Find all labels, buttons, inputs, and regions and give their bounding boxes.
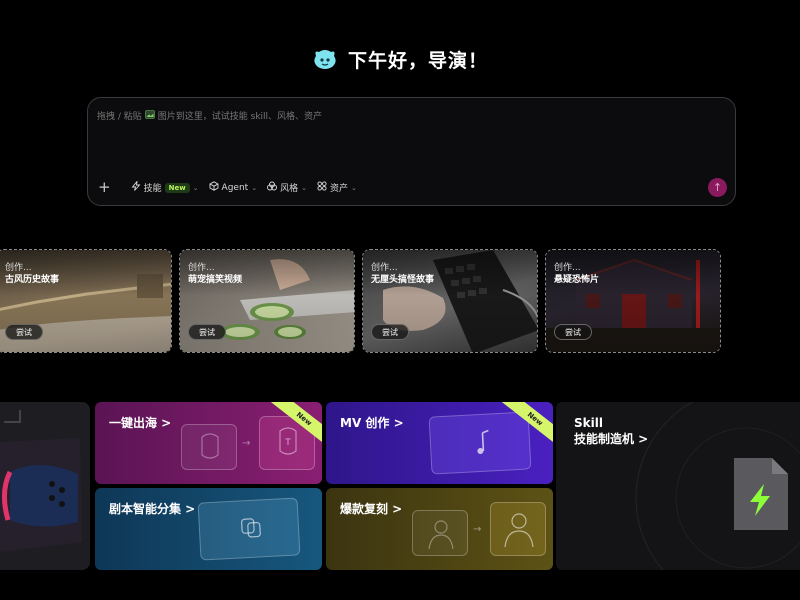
skill-maker-panel[interactable]: Skill 技能制造机 > [556, 402, 800, 570]
mv-title: MV 创作 > [340, 416, 404, 430]
style-dropdown[interactable]: 风格 ⌄ [267, 181, 307, 194]
card-cute-pet[interactable]: 创作... 萌宠搞笑视频 尝试 [179, 249, 355, 353]
try-button[interactable]: 尝试 [5, 324, 43, 340]
viral-copy-title: 爆款复刻 > [340, 502, 403, 516]
new-badge: New [164, 182, 190, 193]
card-title: 古风历史故事 [5, 275, 60, 285]
feature-tile-partial[interactable] [0, 402, 90, 570]
placeholder-suffix: 图片到这里，试试技能 skill、风格、资产 [157, 112, 323, 122]
skill-label: 技能 [143, 184, 162, 194]
style-icon [267, 181, 278, 194]
placeholder-prefix: 拖拽 / 粘贴 [97, 112, 142, 122]
card-title: 萌宠搞笑视频 [188, 275, 243, 285]
script-split-title: 剧本智能分集 > [109, 502, 196, 516]
cube-icon [209, 181, 219, 194]
prompt-placeholder: 拖拽 / 粘贴 图片到这里，试试技能 skill、风格、资产 [97, 109, 322, 122]
add-button[interactable]: + [98, 180, 111, 195]
assets-dropdown[interactable]: 资产 ⌄ [317, 181, 357, 194]
try-button[interactable]: 尝试 [554, 324, 592, 340]
card-horror-film[interactable]: 创作... 悬疑恐怖片 尝试 [545, 249, 721, 353]
skill-title: Skill [574, 416, 603, 430]
try-button[interactable]: 尝试 [188, 324, 226, 340]
arrow-right-icon: → [242, 438, 251, 449]
greeting: 下午好，导演！ [0, 46, 800, 73]
skill-subtitle: 技能制造机 > [574, 432, 649, 446]
card-quirky-story[interactable]: 创作... 无厘头搞怪故事 尝试 [362, 249, 538, 353]
grid-icon [317, 181, 327, 194]
viral-copy-tile[interactable]: 爆款复刻 > → [326, 488, 553, 570]
inspiration-cards: 创作... 古风历史故事 尝试 创作... 萌宠搞笑视频 尝试 创作... 无厘… [0, 249, 800, 353]
prompt-toolbar: + 技能 New ⌄ Agent ⌄ 风格 ⌄ 资产 ⌄ [98, 180, 357, 195]
try-button[interactable]: 尝试 [371, 324, 409, 340]
svg-text:T: T [284, 438, 291, 448]
oversea-tile[interactable]: 一键出海 > → T New [95, 402, 322, 484]
arrow-right-icon: → [473, 524, 482, 535]
skill-dropdown[interactable]: 技能 New ⌄ [131, 179, 199, 194]
card-title: 悬疑恐怖片 [554, 275, 600, 285]
masks-icon [197, 497, 301, 561]
chevron-down-icon: ⌄ [301, 183, 307, 192]
person-copy-icon [490, 502, 546, 556]
lightning-icon [131, 179, 141, 194]
prompt-input[interactable]: 拖拽 / 粘贴 图片到这里，试试技能 skill、风格、资产 + 技能 New … [87, 97, 736, 206]
game-controller-image [0, 402, 90, 570]
agent-dropdown[interactable]: Agent ⌄ [209, 181, 258, 194]
music-note-icon [428, 411, 532, 475]
face-icon [181, 424, 237, 470]
greeting-text: 下午好，导演！ [347, 50, 488, 72]
agent-label: Agent [221, 182, 249, 193]
image-icon [144, 109, 155, 122]
person-icon [412, 510, 468, 556]
style-label: 风格 [280, 184, 299, 194]
skill-file-icon [728, 454, 792, 538]
send-button[interactable]: ↑ [708, 178, 727, 197]
mv-tile[interactable]: MV 创作 > New [326, 402, 553, 484]
chevron-down-icon: ⌄ [192, 183, 199, 192]
card-ancient-history[interactable]: 创作... 古风历史故事 尝试 [0, 249, 172, 353]
oversea-title: 一键出海 > [109, 416, 172, 430]
chevron-down-icon: ⌄ [251, 183, 258, 192]
card-title: 无厘头搞怪故事 [371, 275, 435, 285]
chevron-down-icon: ⌄ [350, 183, 357, 192]
arrow-up-icon: ↑ [712, 181, 723, 194]
assets-label: 资产 [329, 184, 348, 194]
mascot-icon [312, 48, 338, 72]
script-split-tile[interactable]: 剧本智能分集 > [95, 488, 322, 570]
